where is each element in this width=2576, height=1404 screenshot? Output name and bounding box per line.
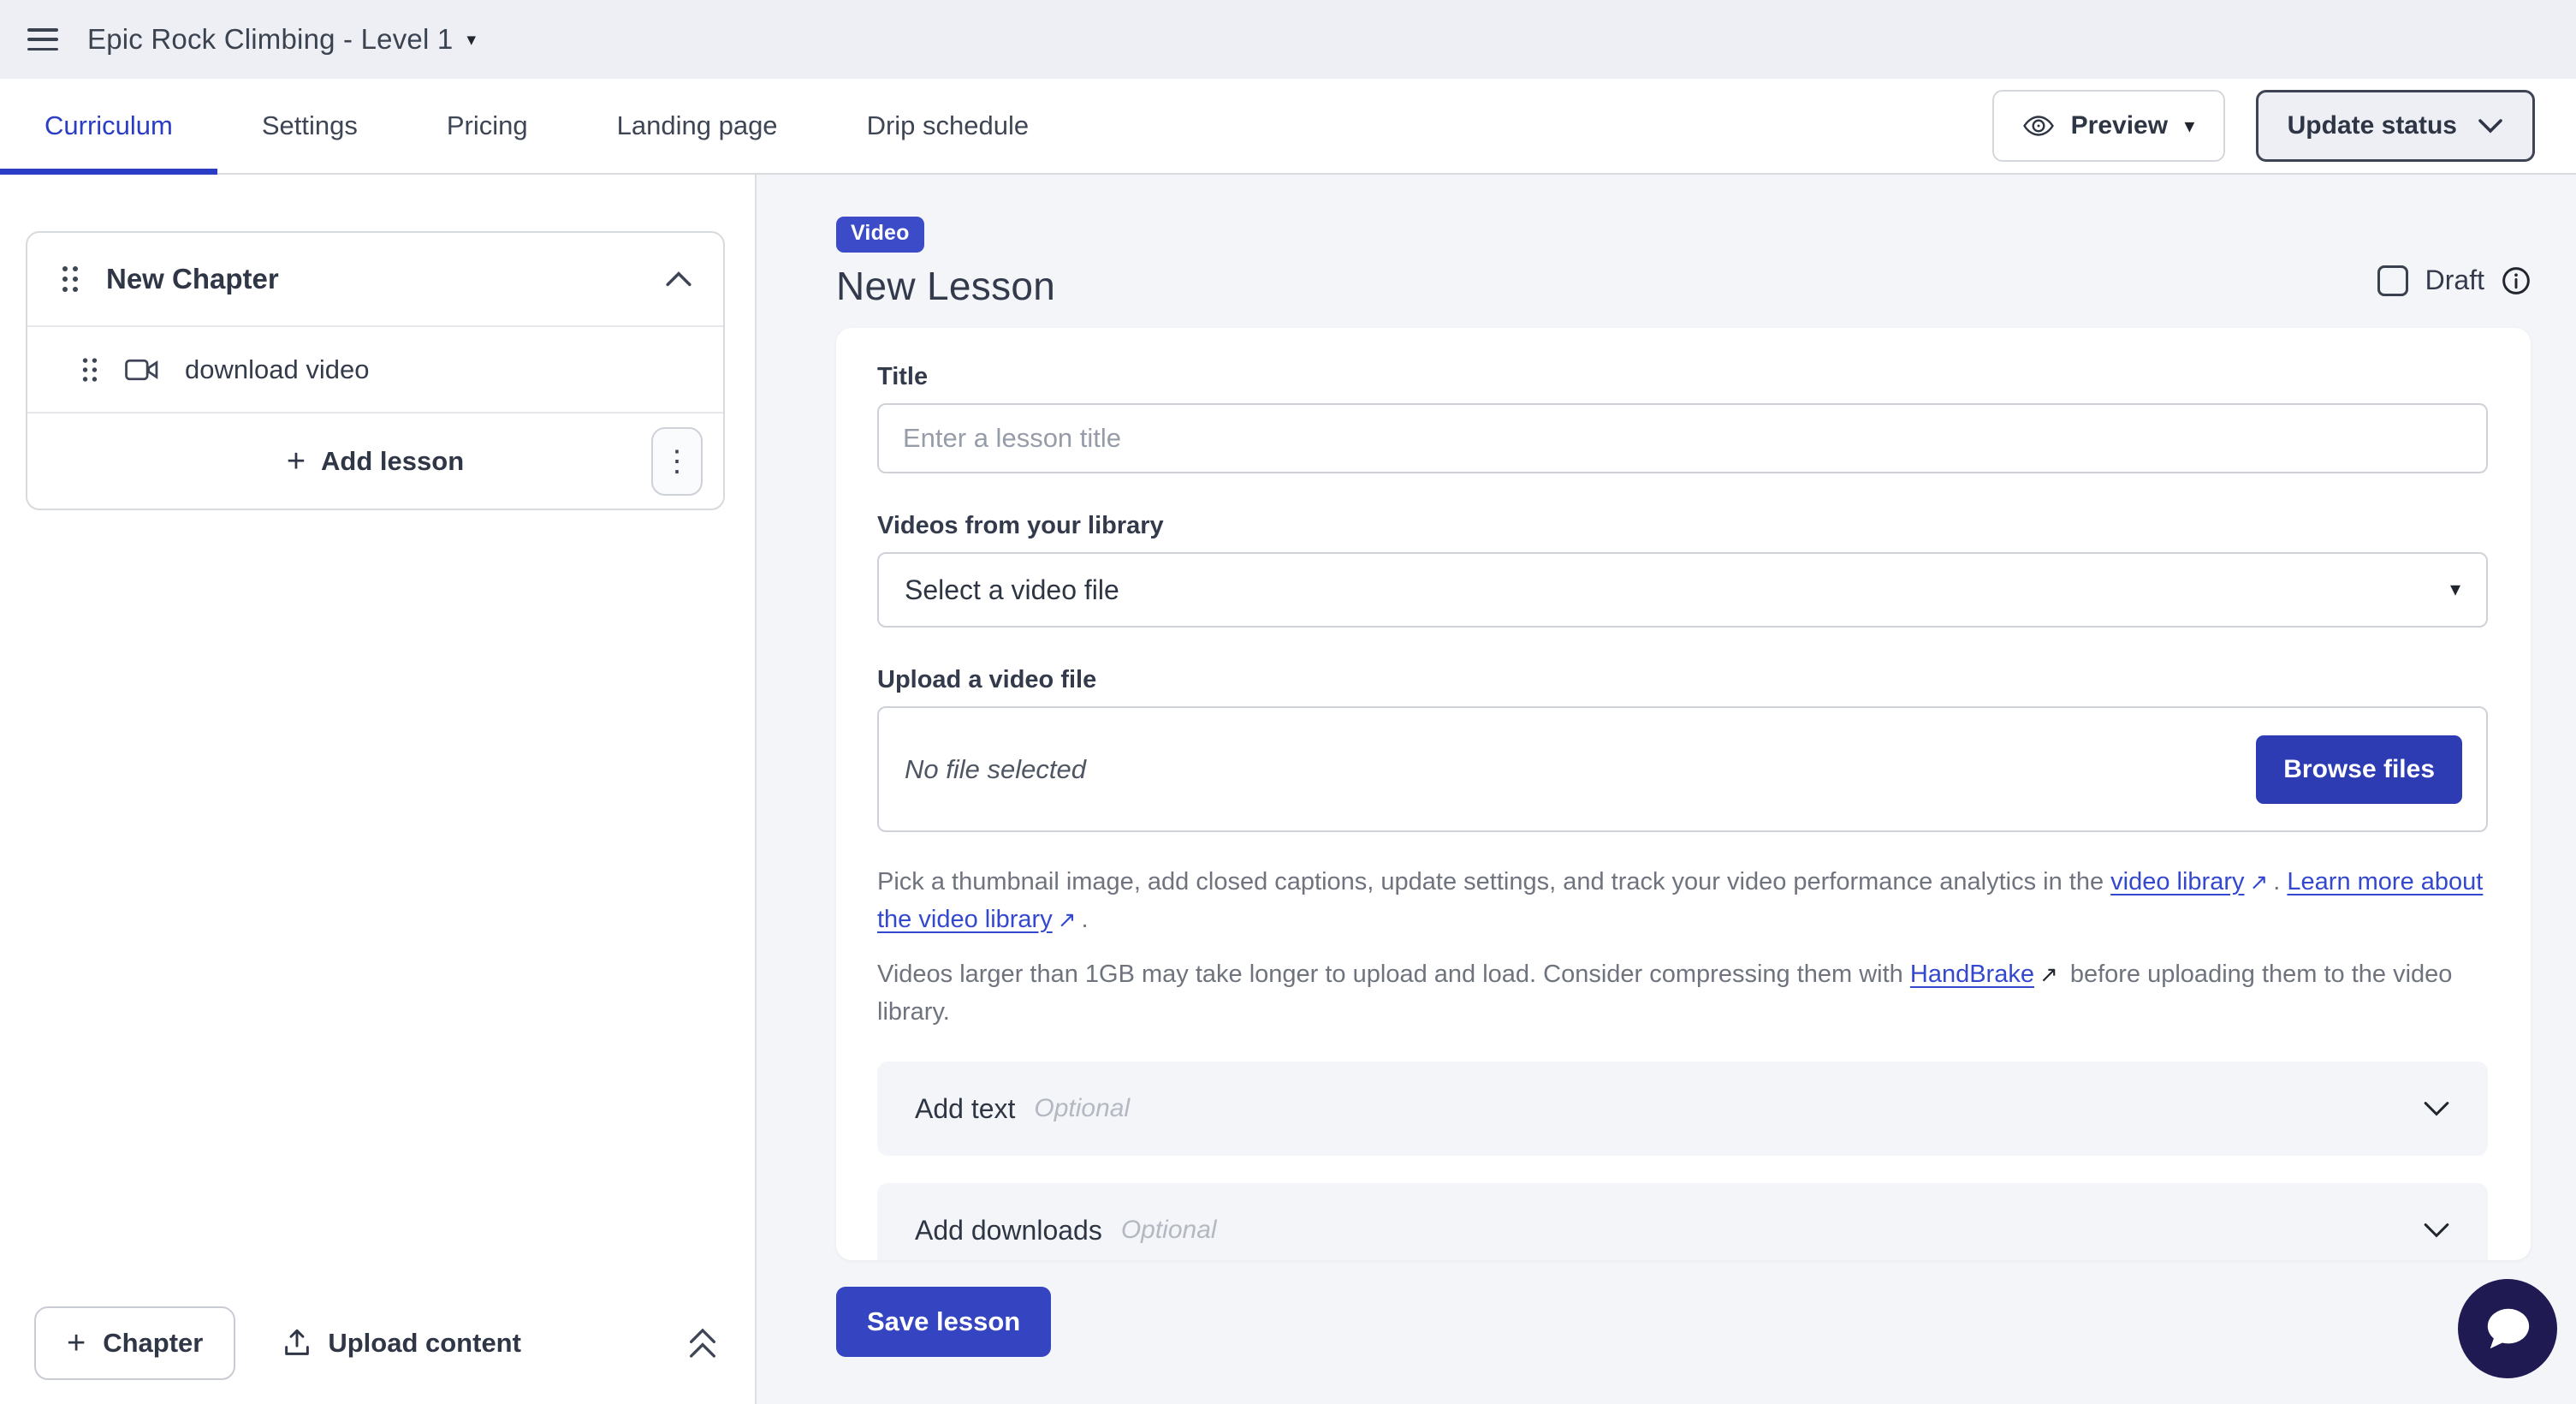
course-title: Epic Rock Climbing - Level 1 <box>87 23 453 56</box>
video-library-select-value: Select a video file <box>905 574 1119 606</box>
add-chapter-label: Chapter <box>103 1328 203 1359</box>
add-chapter-button[interactable]: + Chapter <box>34 1306 235 1380</box>
save-lesson-button[interactable]: Save lesson <box>836 1287 1051 1357</box>
double-chevron-up-icon <box>686 1326 719 1360</box>
title-field: Title <box>877 362 2488 473</box>
external-link-icon: ↗ <box>2249 863 2268 901</box>
help-text: Videos larger than 1GB may take longer t… <box>877 961 1910 988</box>
chevron-up-icon[interactable] <box>665 271 692 288</box>
save-row: Save lesson <box>836 1287 2531 1357</box>
title-field-label: Title <box>877 362 2488 391</box>
upload-icon <box>283 1329 311 1358</box>
upload-field-label: Upload a video file <box>877 665 2488 694</box>
video-library-help-text: Pick a thumbnail image, add closed capti… <box>877 863 2488 938</box>
collapse-all-button[interactable] <box>686 1326 719 1360</box>
update-status-button[interactable]: Update status <box>2256 90 2535 162</box>
update-status-label: Update status <box>2288 111 2457 140</box>
upload-content-button[interactable]: Upload content <box>283 1328 521 1359</box>
chapter-title: New Chapter <box>106 263 639 295</box>
course-switcher[interactable]: Epic Rock Climbing - Level 1 ▾ <box>87 23 476 56</box>
help-text: Pick a thumbnail image, add closed capti… <box>877 868 2110 895</box>
lesson-form-card: Title Videos from your library Select a … <box>836 328 2531 1260</box>
caret-down-icon: ▾ <box>2185 117 2194 135</box>
caret-down-icon: ▾ <box>466 31 476 49</box>
preview-label: Preview <box>2071 111 2168 140</box>
kebab-icon: ⋮ <box>662 447 691 476</box>
lesson-type-badge: Video <box>836 217 924 253</box>
video-library-field: Videos from your library Select a video … <box>877 511 2488 628</box>
caret-down-icon: ▾ <box>2450 580 2460 600</box>
lesson-head: Video New Lesson Draft <box>836 217 2531 309</box>
lesson-editor: Video New Lesson Draft <box>757 175 2576 1404</box>
chapter-card: New Chapter <box>26 231 725 510</box>
upload-field: Upload a video file No file selected Bro… <box>877 665 2488 832</box>
add-lesson-button[interactable]: + Add lesson <box>287 445 464 478</box>
video-camera-icon <box>125 358 159 382</box>
upload-dropzone[interactable]: No file selected Browse files <box>877 706 2488 832</box>
top-header: Epic Rock Climbing - Level 1 ▾ <box>0 0 2576 79</box>
help-text: . <box>1082 906 1089 933</box>
chat-bubble-icon <box>2481 1304 2534 1353</box>
no-file-text: No file selected <box>905 754 1086 785</box>
tab-bar: Curriculum Settings Pricing Landing page… <box>0 79 2576 175</box>
add-downloads-optional-hint: Optional <box>1121 1216 1217 1245</box>
chapter-menu-button[interactable]: ⋮ <box>651 427 703 496</box>
add-downloads-label: Add downloads <box>915 1215 1102 1246</box>
plus-icon: + <box>287 445 306 478</box>
upload-content-label: Upload content <box>328 1328 521 1359</box>
chapter-footer: + Add lesson ⋮ <box>27 413 723 509</box>
chevron-down-icon <box>2478 118 2503 134</box>
lesson-title: download video <box>185 354 369 385</box>
add-text-section[interactable]: Add text Optional <box>877 1062 2488 1156</box>
eye-icon <box>2023 115 2054 137</box>
external-link-icon: ↗ <box>2039 955 2058 993</box>
course-builder-app: Epic Rock Climbing - Level 1 ▾ Curriculu… <box>0 0 2576 1404</box>
tab-settings[interactable]: Settings <box>217 79 402 173</box>
tab-landing-page[interactable]: Landing page <box>573 79 822 173</box>
external-link-icon: ↗ <box>1058 901 1077 938</box>
tab-pricing[interactable]: Pricing <box>402 79 573 173</box>
tab-curriculum[interactable]: Curriculum <box>0 79 217 173</box>
chevron-down-icon <box>2423 1100 2450 1117</box>
video-library-label: Videos from your library <box>877 511 2488 540</box>
handbrake-link[interactable]: HandBrake <box>1910 961 2034 988</box>
drag-handle-icon[interactable] <box>60 265 80 294</box>
add-text-label: Add text <box>915 1093 1015 1125</box>
draft-checkbox[interactable] <box>2377 265 2408 296</box>
page-title: New Lesson <box>836 263 1055 309</box>
curriculum-sidebar: New Chapter <box>0 175 757 1404</box>
lesson-item[interactable]: download video <box>27 327 723 412</box>
hamburger-menu-icon[interactable] <box>27 28 58 51</box>
add-lesson-label: Add lesson <box>321 446 464 477</box>
draft-label: Draft <box>2425 265 2484 296</box>
plus-icon: + <box>67 1327 86 1359</box>
tab-actions: Preview ▾ Update status <box>1992 79 2535 173</box>
help-text: . <box>2273 868 2287 895</box>
draft-group: Draft <box>2377 265 2531 296</box>
browse-files-button[interactable]: Browse files <box>2256 735 2462 804</box>
drag-handle-icon[interactable] <box>80 357 99 383</box>
add-downloads-section[interactable]: Add downloads Optional <box>877 1183 2488 1260</box>
info-icon[interactable] <box>2502 266 2531 295</box>
video-library-select[interactable]: Select a video file ▾ <box>877 552 2488 628</box>
chapter-header[interactable]: New Chapter <box>27 233 723 325</box>
lesson-title-input[interactable] <box>877 403 2488 473</box>
chat-launcher-button[interactable] <box>2458 1279 2557 1378</box>
chevron-down-icon <box>2423 1222 2450 1239</box>
compression-help-text: Videos larger than 1GB may take longer t… <box>877 955 2488 1031</box>
preview-button[interactable]: Preview ▾ <box>1992 90 2225 162</box>
add-text-optional-hint: Optional <box>1034 1094 1130 1123</box>
sidebar-footer: + Chapter Upload content <box>0 1282 753 1404</box>
video-library-link[interactable]: video library <box>2110 868 2244 895</box>
tab-drip-schedule[interactable]: Drip schedule <box>822 79 1074 173</box>
